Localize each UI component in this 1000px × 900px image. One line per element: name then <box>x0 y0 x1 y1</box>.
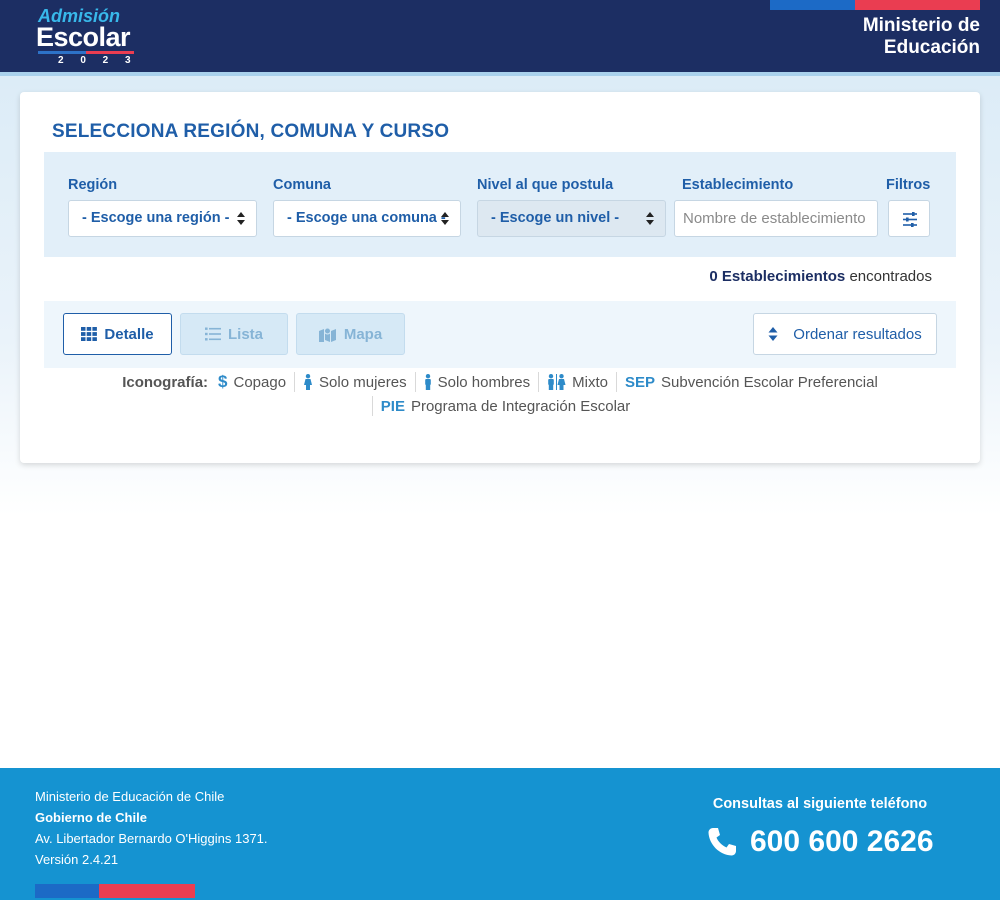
logo-text-escolar: Escolar <box>36 22 131 52</box>
phone-icon <box>708 828 736 856</box>
search-card: SELECCIONA REGIÓN, COMUNA Y CURSO Región… <box>20 92 980 463</box>
legend-solo-mujeres: Solo mujeres <box>319 373 407 391</box>
legend-divider <box>414 372 416 392</box>
legend-row-1: Iconografía: $ Copago Solo mujeres Solo … <box>20 370 980 394</box>
view-toolbar: Detalle Lista Mapa Ordenar resultados <box>44 301 956 368</box>
page-title: SELECCIONA REGIÓN, COMUNA Y CURSO <box>52 121 450 142</box>
ordenar-label: Ordenar resultados <box>793 325 922 343</box>
legend-divider <box>371 396 373 416</box>
select-arrows-icon <box>441 212 449 226</box>
detalle-view-button[interactable]: Detalle <box>63 313 172 355</box>
footer-flag-bar <box>35 884 195 898</box>
filters-panel: Región - Escoge una región - Comuna - Es… <box>44 152 956 257</box>
comuna-label: Comuna <box>273 177 331 193</box>
select-arrows-icon <box>646 212 654 226</box>
ordenar-resultados-button[interactable]: Ordenar resultados <box>753 313 937 355</box>
establecimiento-input[interactable] <box>674 200 878 237</box>
filtros-label: Filtros <box>886 177 931 193</box>
sliders-icon <box>903 212 917 227</box>
female-icon <box>304 374 313 390</box>
legend-mixto: Mixto <box>572 373 608 391</box>
admision-escolar-logo[interactable]: Admisión Escolar 2 0 2 3 <box>36 6 140 68</box>
footer-version: Versión 2.4.21 <box>35 852 119 867</box>
ministry-name[interactable]: Ministerio de Educación <box>770 15 980 59</box>
legend-divider <box>616 372 617 392</box>
ministry-flag-bar <box>770 0 980 10</box>
results-count-suffix: encontrados <box>849 268 932 285</box>
footer-phone-number: 600 600 2626 <box>750 825 934 858</box>
legend-solo-hombres: Solo hombres <box>437 373 531 391</box>
legend-divider <box>538 372 540 392</box>
pie-icon: PIE <box>380 397 405 415</box>
footer-phone[interactable]: 600 600 2626 <box>706 822 934 862</box>
region-select-value: - Escoge una región - <box>82 210 230 226</box>
nivel-select-value: - Escoge un nivel - <box>491 210 620 226</box>
logo-year: 2 0 2 3 <box>58 55 138 66</box>
legend-copago: Copago <box>233 373 287 391</box>
footer-address: Av. Libertador Bernardo O'Higgins 1371. <box>35 831 268 846</box>
footer-consultas: Consultas al siguiente teléfono <box>712 796 928 812</box>
comuna-select[interactable]: - Escoge una comuna - <box>273 200 461 237</box>
footer: Ministerio de Educación de Chile Gobiern… <box>0 768 1000 900</box>
legend-pie: Programa de Integración Escolar <box>410 397 631 415</box>
male-icon <box>424 374 431 390</box>
legend-sep: Subvención Escolar Preferencial <box>661 373 878 391</box>
sep-icon: SEP <box>625 373 656 391</box>
lista-view-button[interactable]: Lista <box>180 313 288 355</box>
map-icon <box>318 327 336 342</box>
lista-label: Lista <box>227 325 263 343</box>
nivel-label: Nivel al que postula <box>477 177 614 193</box>
mapa-view-button[interactable]: Mapa <box>296 313 405 355</box>
mixed-gender-icon <box>548 374 566 390</box>
top-header: Admisión Escolar 2 0 2 3 Ministerio de E… <box>0 0 1000 72</box>
logo-flag-bar <box>38 51 134 54</box>
dollar-icon: $ <box>218 372 228 391</box>
legend-title: Iconografía: <box>122 373 209 391</box>
mapa-label: Mapa <box>343 325 383 343</box>
sort-icon <box>768 327 778 341</box>
region-select[interactable]: - Escoge una región - <box>68 200 257 237</box>
grid-icon <box>81 327 98 341</box>
results-count-number: 0 Establecimientos <box>709 268 846 285</box>
establecimiento-label: Establecimiento <box>682 177 794 193</box>
list-icon <box>204 327 221 341</box>
results-count: 0 Establecimientos encontrados <box>709 268 932 285</box>
region-label: Región <box>68 177 118 193</box>
nivel-select[interactable]: - Escoge un nivel - <box>477 200 666 237</box>
footer-ministry: Ministerio de Educación de Chile <box>35 789 225 804</box>
filters-button[interactable] <box>888 200 930 237</box>
iconography-legend: Iconografía: $ Copago Solo mujeres Solo … <box>20 370 980 418</box>
footer-info: Ministerio de Educación de Chile Gobiern… <box>35 786 268 870</box>
detalle-label: Detalle <box>104 325 154 343</box>
legend-row-2: PIE Programa de Integración Escolar <box>20 394 980 418</box>
comuna-select-value: - Escoge una comuna - <box>287 210 446 226</box>
legend-divider <box>294 372 296 392</box>
select-arrows-icon <box>237 212 245 226</box>
footer-gobierno: Gobierno de Chile <box>35 810 147 825</box>
